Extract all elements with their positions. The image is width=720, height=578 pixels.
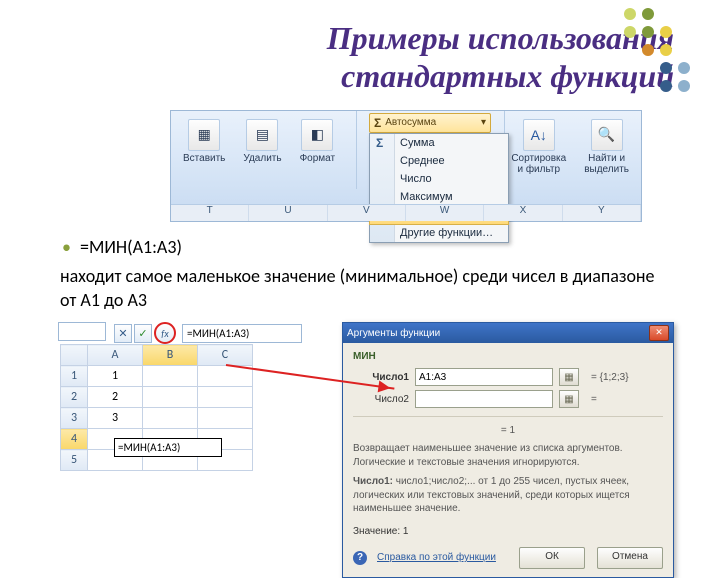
insert-cells-icon[interactable]: ▦ xyxy=(188,119,220,151)
cell-a1[interactable]: 1 xyxy=(88,366,143,387)
worksheet-screenshot: ✕ ✓ fx =МИН(A1:A3) ABC 11 22 33 4 5 =МИН… xyxy=(60,344,253,578)
insert-label: Вставить xyxy=(183,153,225,164)
decorative-dots xyxy=(624,8,710,94)
menu-item-sum[interactable]: ΣСумма xyxy=(370,134,508,152)
help-icon[interactable]: ? xyxy=(353,551,367,565)
dialog-title: Аргументы функции xyxy=(347,328,440,339)
page-title: Примеры использованиястандартных функций xyxy=(60,20,674,96)
dialog-result: Значение: 1 xyxy=(353,526,663,537)
sort-filter-icon[interactable]: A↓ xyxy=(523,119,555,151)
function-name: МИН xyxy=(353,351,663,362)
help-link[interactable]: Справка по этой функции xyxy=(377,552,496,563)
arg1-input[interactable]: A1:A3 xyxy=(415,368,553,386)
close-button[interactable]: ✕ xyxy=(649,325,669,341)
arg2-input[interactable] xyxy=(415,390,553,408)
formula-bar: ✕ ✓ fx =МИН(A1:A3) xyxy=(114,322,302,344)
menu-item-avg[interactable]: Среднее xyxy=(370,152,508,170)
delete-cells-icon[interactable]: ▤ xyxy=(246,119,278,151)
autosum-dropdown: ΣСумма Среднее Число Максимум Минимум Др… xyxy=(369,133,509,243)
arg1-hint: = {1;2;3} xyxy=(591,372,629,383)
slide: Примеры использованиястандартных функций… xyxy=(0,0,720,560)
arg2-hint: = xyxy=(591,394,597,405)
arg1-ref-button[interactable]: ▦ xyxy=(559,368,579,386)
column-headers: TUVWXY xyxy=(171,204,641,221)
dialog-titlebar: Аргументы функции ✕ xyxy=(343,323,673,343)
bullet-formula: =МИН(А1:А3) xyxy=(80,236,674,258)
menu-item-count[interactable]: Число xyxy=(370,170,508,188)
format-cells-icon[interactable]: ◧ xyxy=(301,119,333,151)
sort-label: Сортировка и фильтр xyxy=(511,153,566,175)
name-box[interactable] xyxy=(58,322,106,341)
in-cell-formula[interactable]: =МИН(A1:A3) xyxy=(114,438,222,457)
body-paragraph: находит самое маленькое значение (минима… xyxy=(60,264,674,313)
fx-button[interactable]: fx xyxy=(154,322,176,344)
cancel-formula-button[interactable]: ✕ xyxy=(114,324,132,343)
cell-a3[interactable]: 3 xyxy=(88,408,143,429)
ribbon-screenshot: ▦ Вставить ▤ Удалить ◧ Формат A↓Сортировка … xyxy=(170,110,642,222)
find-select-icon[interactable]: 🔍 xyxy=(591,119,623,151)
arg2-ref-button[interactable]: ▦ xyxy=(559,390,579,408)
ok-button[interactable]: ОК xyxy=(519,547,585,569)
delete-label: Удалить xyxy=(243,153,281,164)
function-arguments-dialog: Аргументы функции ✕ МИН Число1 A1:A3 ▦ =… xyxy=(342,322,674,578)
dialog-description: Возвращает наименьшее значение из списка… xyxy=(353,442,663,469)
bullet-list: =МИН(А1:А3) xyxy=(60,236,674,258)
autosum-button[interactable]: ΣАвтосумма▾ xyxy=(369,113,491,133)
preview-result: = 1 xyxy=(353,425,663,436)
enter-formula-button[interactable]: ✓ xyxy=(134,324,152,343)
cancel-button[interactable]: Отмена xyxy=(597,547,663,569)
cell-a2[interactable]: 2 xyxy=(88,387,143,408)
find-label: Найти и выделить xyxy=(584,153,629,175)
arg2-label: Число2 xyxy=(353,394,409,405)
formula-bar-text[interactable]: =МИН(A1:A3) xyxy=(182,324,302,343)
format-label: Формат xyxy=(300,153,336,164)
dialog-arg-desc: Число1: число1;число2;... от 1 до 255 чи… xyxy=(353,475,663,516)
